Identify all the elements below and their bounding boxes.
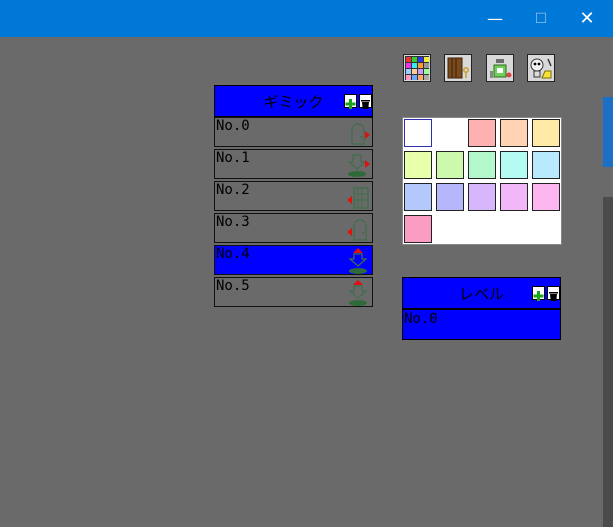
grid-arrow-left-icon <box>347 187 369 209</box>
delete-level-button[interactable] <box>547 286 560 301</box>
color-swatch[interactable] <box>436 119 464 147</box>
window-title-bar: — ☐ ✕ <box>0 0 613 37</box>
gimmick-list-item[interactable]: No.3 <box>214 213 373 243</box>
down-arrow-warp-icon <box>347 154 370 177</box>
gimmick-panel-header: ギミック <box>214 85 373 117</box>
door-arrow-right-icon <box>351 123 370 145</box>
door-key-icon <box>447 57 469 79</box>
color-swatch[interactable] <box>468 119 496 147</box>
gimmick-item-label: No.3 <box>216 214 250 230</box>
level-list-item[interactable]: No.0 <box>402 309 561 340</box>
color-swatch[interactable] <box>404 215 432 243</box>
tile-palette-icon <box>405 56 429 80</box>
up-down-arrow-warp-icon <box>348 248 368 274</box>
skull-scroll-icon <box>530 58 552 79</box>
plus-icon <box>533 291 544 301</box>
maximize-button[interactable]: ☐ <box>518 0 564 37</box>
door-tool-button[interactable] <box>444 54 472 82</box>
level-item-label: No.0 <box>404 311 438 327</box>
background-window-strip <box>603 97 613 167</box>
color-swatch[interactable] <box>532 119 560 147</box>
color-swatch[interactable] <box>436 151 464 179</box>
color-swatch[interactable] <box>468 151 496 179</box>
gimmick-item-label: No.2 <box>216 182 250 198</box>
add-gimmick-button[interactable] <box>344 94 357 109</box>
color-swatch[interactable] <box>404 119 432 147</box>
color-swatch[interactable] <box>500 151 528 179</box>
door-arrow-left-icon <box>347 219 367 241</box>
color-swatch[interactable] <box>404 183 432 211</box>
gimmick-list-item[interactable]: No.0 <box>214 117 373 147</box>
enemy-tool-button[interactable] <box>527 54 555 82</box>
color-swatch[interactable] <box>500 119 528 147</box>
color-palette <box>402 117 562 245</box>
item-tool-button[interactable] <box>486 54 514 82</box>
trash-icon <box>361 100 370 109</box>
up-down-arrow-warp-icon <box>348 280 368 306</box>
color-swatch[interactable] <box>404 151 432 179</box>
add-level-button[interactable] <box>532 286 545 301</box>
gimmick-list-item[interactable]: No.5 <box>214 277 373 307</box>
color-swatch[interactable] <box>532 183 560 211</box>
plus-icon <box>345 99 356 109</box>
gimmick-item-label: No.5 <box>216 278 250 294</box>
potion-bottle-icon <box>490 59 512 78</box>
window-right-edge <box>603 37 613 527</box>
tile-palette-tool-button[interactable] <box>403 54 431 82</box>
color-swatch[interactable] <box>500 183 528 211</box>
gimmick-item-label: No.4 <box>216 246 250 262</box>
color-swatch[interactable] <box>468 183 496 211</box>
background-window-strip <box>603 197 613 527</box>
delete-gimmick-button[interactable] <box>359 94 372 109</box>
gimmick-item-label: No.1 <box>216 150 250 166</box>
gimmick-list-item[interactable]: No.2 <box>214 181 373 211</box>
trash-icon <box>549 292 558 301</box>
gimmick-list-item[interactable]: No.1 <box>214 149 373 179</box>
color-swatch[interactable] <box>532 151 560 179</box>
minimize-button[interactable]: — <box>472 0 518 37</box>
gimmick-item-label: No.0 <box>216 118 250 134</box>
level-panel-header: レベル <box>402 277 561 309</box>
close-button[interactable]: ✕ <box>564 0 610 37</box>
gimmick-list-item[interactable]: No.4 <box>214 245 373 275</box>
color-swatch[interactable] <box>436 183 464 211</box>
